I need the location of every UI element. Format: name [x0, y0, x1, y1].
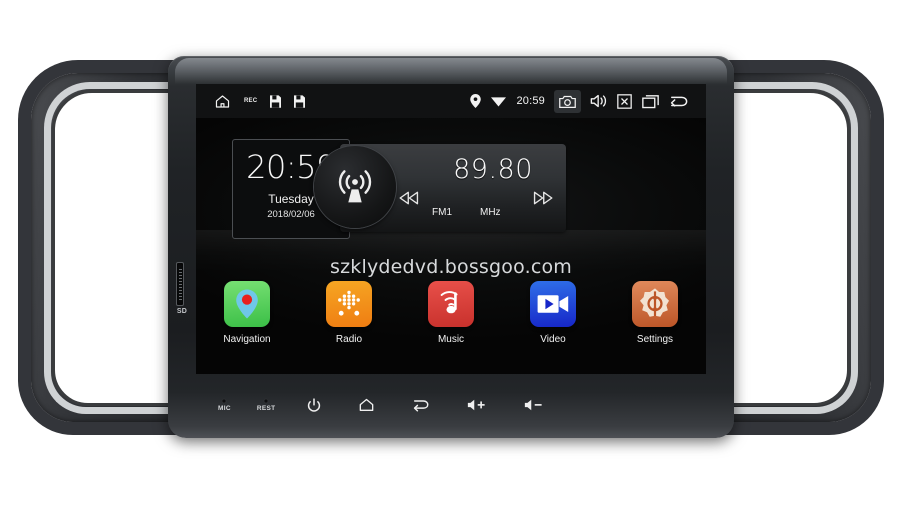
status-bar-left-group: REC: [196, 93, 306, 110]
music-note-icon: [428, 281, 474, 327]
screenshot-camera-icon[interactable]: [554, 89, 581, 113]
android-status-bar: REC 20:59: [196, 84, 706, 118]
app-settings[interactable]: Settings: [622, 281, 689, 345]
app-icon-row: Navigation Radio Music Video Settings: [196, 281, 706, 345]
mic-hole-group: MIC: [218, 398, 231, 412]
radio-prev-button[interactable]: [396, 187, 422, 209]
app-label-music: Music: [437, 334, 465, 345]
radio-unit-label: MHz: [480, 207, 501, 218]
reset-hole-group[interactable]: REST: [256, 398, 276, 412]
power-button[interactable]: [307, 397, 321, 413]
sd-slot-label: SD: [176, 308, 188, 315]
app-label-radio: Radio: [335, 334, 363, 345]
wifi-icon: [491, 95, 507, 107]
status-bar-right-group: 20:59: [470, 89, 706, 113]
gear-icon: [632, 281, 678, 327]
mute-icon[interactable]: [617, 93, 632, 109]
sd-card-slot[interactable]: SD: [171, 262, 193, 326]
status-bar-clock: 20:59: [516, 95, 545, 107]
hardware-button-bar: MIC REST: [196, 380, 706, 430]
touchscreen-display[interactable]: REC 20:59 20:59 Tuesday 2018/02/06 89.80…: [196, 84, 706, 374]
screenshot-root: SD REC 20:59 20:59 Tuesday 2018/02/06 89…: [0, 0, 902, 524]
map-pin-icon: [224, 281, 270, 327]
radio-frequency-display: 89.80: [453, 154, 533, 185]
home-screen[interactable]: 20:59 Tuesday 2018/02/06 89.80 FM1 MHz s…: [196, 118, 706, 374]
mic-hole: [222, 398, 227, 403]
app-label-video: Video: [540, 334, 566, 345]
volume-down-button[interactable]: [524, 398, 543, 412]
mic-label: MIC: [218, 404, 231, 412]
location-icon: [470, 94, 482, 108]
app-label-settings: Settings: [636, 334, 674, 345]
dot-grid-icon: [326, 281, 372, 327]
radio-band-label: FM1: [432, 207, 452, 218]
save-icon-1[interactable]: [270, 94, 282, 108]
radio-widget[interactable]: 89.80 FM1 MHz: [314, 144, 566, 232]
app-music[interactable]: Music: [418, 281, 485, 345]
reset-label: REST: [256, 404, 276, 412]
recent-apps-icon[interactable]: [642, 94, 659, 109]
home-button[interactable]: [359, 398, 374, 412]
volume-up-button[interactable]: [467, 398, 486, 412]
reset-hole[interactable]: [264, 398, 269, 403]
video-cam-icon: [530, 281, 576, 327]
app-navigation[interactable]: Navigation: [214, 281, 281, 345]
rec-label: REC: [244, 98, 258, 104]
app-video[interactable]: Video: [520, 281, 587, 345]
app-radio[interactable]: Radio: [316, 281, 383, 345]
save-icon-2[interactable]: [294, 94, 306, 108]
back-icon[interactable]: [669, 94, 688, 109]
volume-icon[interactable]: [590, 93, 607, 109]
radio-tower-icon[interactable]: [314, 146, 396, 228]
radio-next-button[interactable]: [530, 187, 556, 209]
back-button[interactable]: [412, 398, 429, 412]
home-icon[interactable]: [214, 93, 231, 110]
app-label-navigation: Navigation: [223, 334, 271, 345]
sd-slot-opening: [176, 262, 184, 306]
